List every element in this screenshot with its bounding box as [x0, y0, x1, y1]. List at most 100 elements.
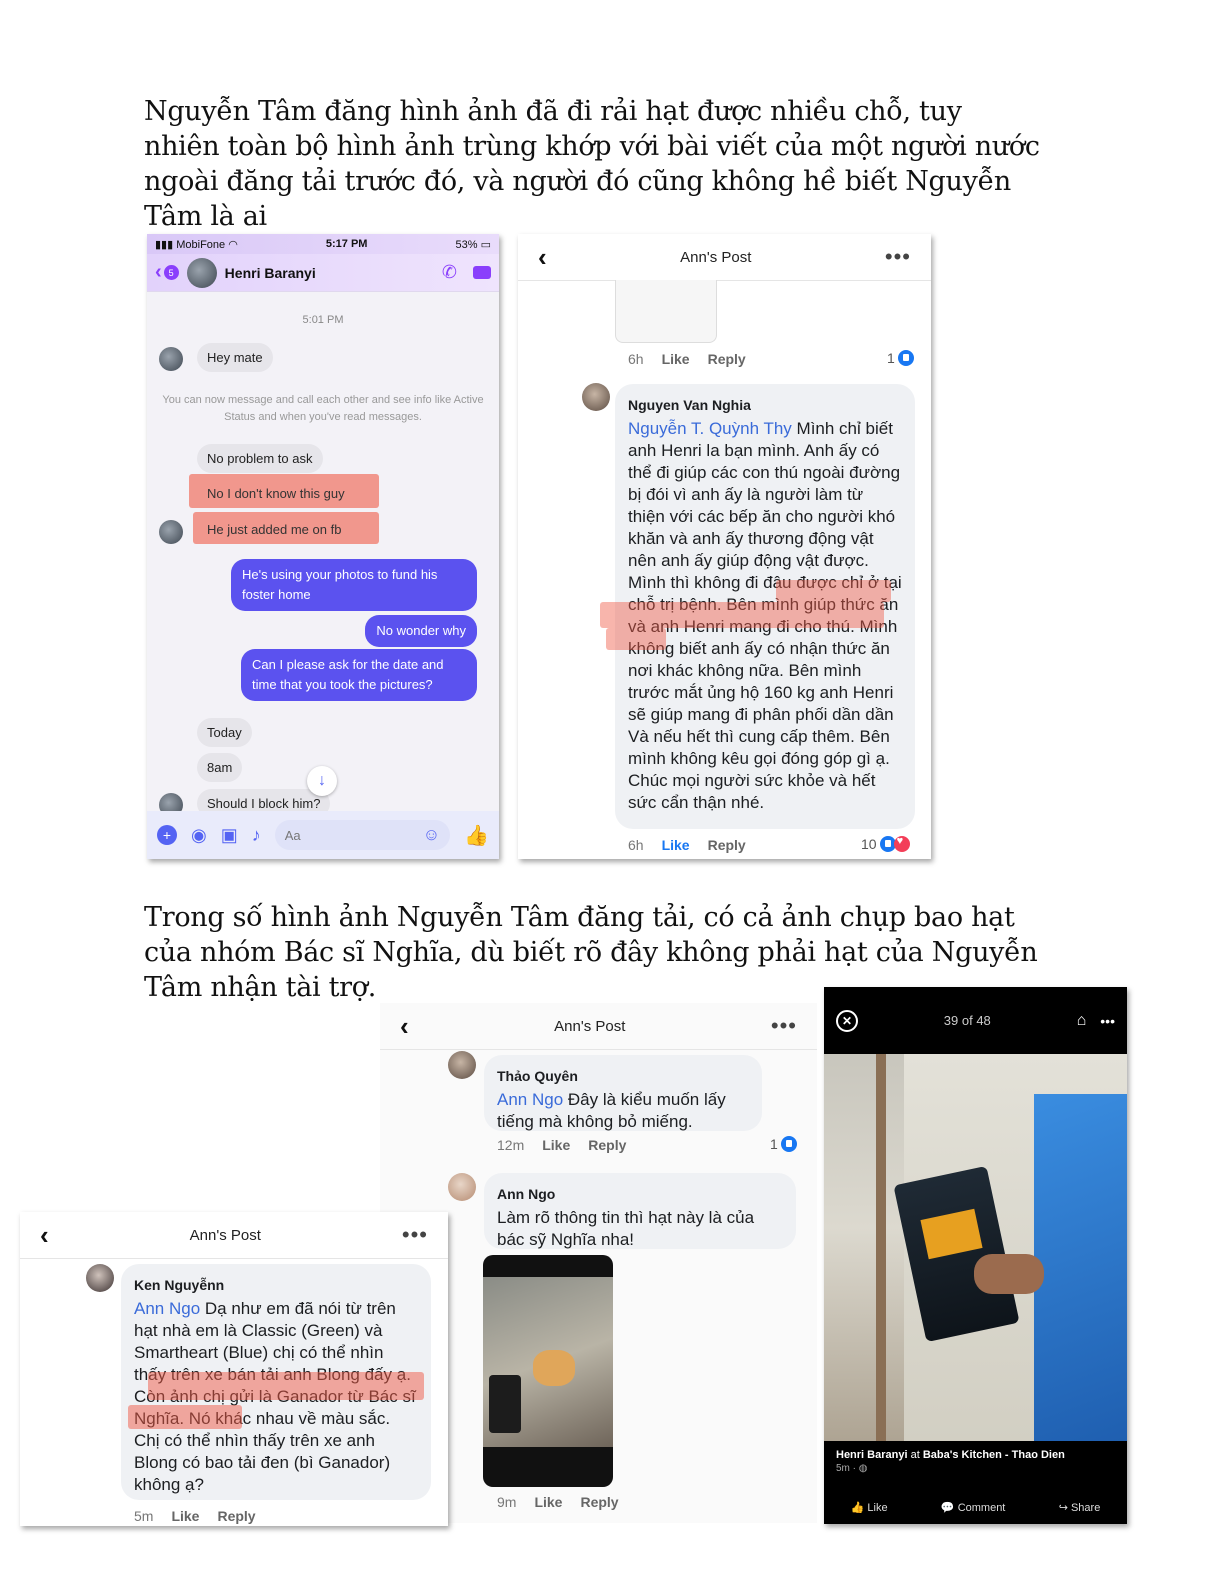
caption-place[interactable]: Baba's Kitchen - Thao Dien: [923, 1449, 1065, 1461]
emoji-icon[interactable]: ☺: [423, 825, 440, 845]
video-icon[interactable]: [473, 266, 491, 279]
battery-icon: ▭: [480, 238, 491, 251]
image-icon[interactable]: ▣: [221, 825, 238, 846]
reply-link[interactable]: Reply: [708, 837, 746, 853]
comment-author[interactable]: Ken Nguyễnn: [134, 1274, 418, 1296]
embedded-screenshot-thumbnail[interactable]: [615, 280, 717, 343]
outgoing-bubble[interactable]: Can I please ask for the date and time t…: [241, 649, 477, 701]
comment-mention[interactable]: Nguyễn T. Quỳnh Thy: [628, 419, 792, 438]
post-title: Ann's Post: [554, 1017, 626, 1035]
comment-time: 6h: [628, 351, 644, 367]
message-bubble[interactable]: No problem to ask: [197, 444, 323, 473]
sender-avatar: [159, 347, 183, 371]
comment-action[interactable]: 💬 Comment: [941, 1501, 1005, 1514]
comment-meta: 9m Like Reply: [497, 1494, 637, 1510]
contact-avatar[interactable]: [186, 257, 217, 288]
like-action[interactable]: 👍 Like: [851, 1501, 888, 1514]
battery-label: 53%: [455, 238, 478, 251]
caption-time: 5m: [836, 1463, 850, 1474]
status-bar: ▮▮▮ MobiFone ◠ 5:17 PM 53% ▭: [147, 234, 499, 254]
camera-icon[interactable]: ◉: [191, 825, 207, 846]
comment-time: 6h: [628, 837, 644, 853]
dog-figure: [533, 1350, 575, 1386]
highlight-mark: [600, 602, 884, 628]
like-link[interactable]: Like: [542, 1137, 570, 1153]
like-link[interactable]: Like: [662, 837, 690, 853]
comment-author[interactable]: Thảo Quyên: [497, 1065, 749, 1087]
message-bubble[interactable]: No I don't know this guy: [197, 479, 355, 508]
reply-link[interactable]: Reply: [708, 351, 746, 367]
share-action[interactable]: ↪ Share: [1059, 1501, 1101, 1514]
comment-mention[interactable]: Ann Ngo: [134, 1299, 200, 1318]
person-sleeve: [1034, 1094, 1127, 1441]
close-icon[interactable]: ✕: [836, 1009, 858, 1032]
post-title: Ann's Post: [189, 1226, 261, 1244]
back-chevron-icon[interactable]: ‹: [400, 1011, 409, 1042]
viewer-action-bar: 👍 Like 💬 Comment ↪ Share: [824, 1490, 1127, 1524]
reply-link[interactable]: Reply: [588, 1137, 626, 1153]
message-bubble[interactable]: Hey mate: [197, 343, 273, 372]
plus-icon[interactable]: +: [157, 825, 177, 845]
tag-icon[interactable]: ⌂: [1077, 1012, 1087, 1030]
more-options-icon[interactable]: •••: [885, 244, 911, 270]
phone-icon[interactable]: ✆: [442, 262, 457, 283]
signal-icon: ▮▮▮: [155, 238, 174, 251]
fb-post-screenshot-1: ‹ Ann's Post ••• 6h Like Reply 1 Nguyen …: [518, 234, 931, 859]
comment-time: 9m: [497, 1494, 517, 1510]
outgoing-bubble[interactable]: He's using your photos to fund his foste…: [231, 559, 477, 611]
back-chevron-icon[interactable]: ‹: [538, 242, 547, 273]
message-bubble[interactable]: He just added me on fb: [197, 515, 351, 544]
back-chevron-icon[interactable]: ‹: [155, 261, 162, 284]
message-bubble[interactable]: 8am: [197, 753, 243, 782]
like-link[interactable]: Like: [662, 351, 690, 367]
share-label: Share: [1070, 1501, 1101, 1514]
comment-meta: 5m Like Reply: [134, 1508, 274, 1524]
commenter-avatar: [448, 1051, 476, 1079]
more-options-icon[interactable]: •••: [402, 1222, 428, 1248]
scroll-down-icon[interactable]: ↓: [307, 766, 337, 796]
photo[interactable]: [824, 1054, 1127, 1441]
reply-link[interactable]: Reply: [580, 1494, 618, 1510]
viewer-top-bar: ✕ 39 of 48 ⌂ •••: [824, 987, 1127, 1054]
like-label: Like: [867, 1501, 888, 1514]
comment-mention[interactable]: Ann Ngo: [497, 1090, 563, 1109]
sender-avatar: [159, 520, 183, 544]
outgoing-bubble[interactable]: No wonder why: [365, 615, 477, 647]
contact-name[interactable]: Henri Baranyi: [225, 265, 442, 281]
caption-name[interactable]: Henri Baranyi: [836, 1449, 908, 1461]
message-input[interactable]: Aa ☺: [274, 820, 451, 850]
post-header: ‹ Ann's Post •••: [518, 234, 931, 281]
attached-photo-thumbnail[interactable]: [483, 1255, 613, 1487]
pole: [876, 1054, 886, 1441]
chat-header: ‹ 5 Henri Baranyi ✆: [147, 254, 499, 292]
like-reaction-icon: [897, 350, 914, 366]
highlight-mark: [128, 1405, 242, 1429]
comment-meta: 6h Like Reply: [628, 351, 764, 367]
thumbs-up-icon[interactable]: 👍: [464, 823, 489, 848]
microphone-icon[interactable]: ♪: [252, 825, 261, 846]
comment-author[interactable]: Ann Ngo: [497, 1183, 783, 1205]
like-reaction-icon: [780, 1136, 797, 1152]
comment-meta: 6h Like Reply: [628, 837, 764, 853]
comment-bubble: Ann Ngo Làm rõ thông tin thì hạt này là …: [484, 1173, 796, 1249]
reply-link[interactable]: Reply: [217, 1508, 255, 1524]
heart-reaction-icon: [893, 835, 910, 852]
commenter-avatar: [86, 1264, 114, 1292]
comment-author[interactable]: Nguyen Van Nghia: [628, 394, 902, 416]
commenter-avatar: [582, 383, 610, 411]
hand: [974, 1254, 1044, 1294]
more-options-icon[interactable]: •••: [771, 1013, 797, 1039]
share-icon: ↪: [1058, 1501, 1068, 1514]
like-link[interactable]: Like: [534, 1494, 562, 1510]
info-note: You can now message and call each other …: [162, 394, 484, 423]
comment-label: Comment: [957, 1501, 1006, 1514]
back-chevron-icon[interactable]: ‹: [40, 1220, 49, 1251]
more-options-icon[interactable]: •••: [1100, 1013, 1115, 1029]
photo-viewer-screenshot: ✕ 39 of 48 ⌂ ••• Henri Baranyi at Baba's…: [824, 987, 1127, 1524]
like-link[interactable]: Like: [171, 1508, 199, 1524]
carrier: MobiFone: [176, 238, 226, 251]
reaction-count: 10: [861, 835, 910, 852]
message-bubble[interactable]: Today: [197, 718, 252, 747]
reaction-number: 1: [770, 1136, 778, 1152]
comment-meta: 12m Like Reply: [497, 1137, 644, 1153]
